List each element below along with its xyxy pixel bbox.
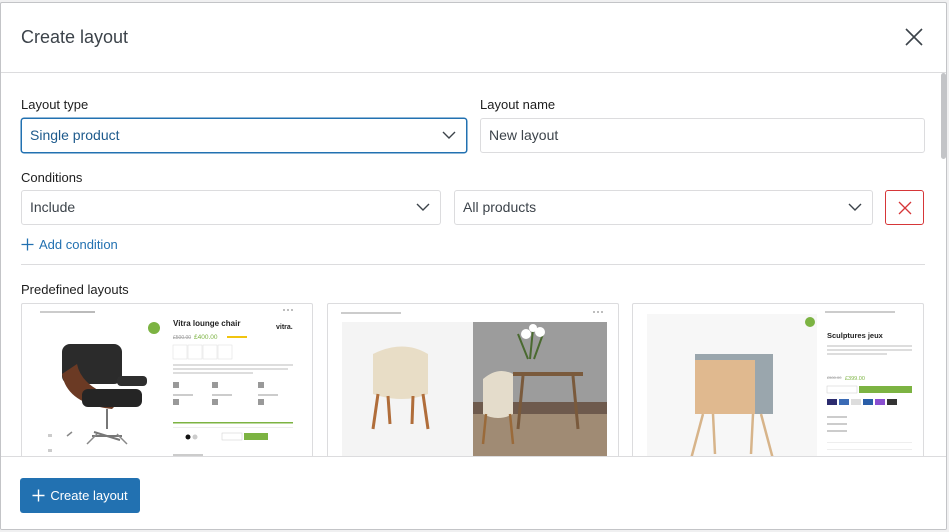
- price-new: £400.00: [194, 334, 218, 341]
- create-layout-dialog: Create layout Layout type Single product…: [0, 2, 947, 530]
- dialog-footer: Create layout: [1, 456, 946, 529]
- content-scrollbar[interactable]: [941, 73, 946, 159]
- layout-type-select[interactable]: Single product: [21, 118, 467, 153]
- close-icon[interactable]: [902, 25, 926, 49]
- chevron-down-icon: [416, 203, 430, 211]
- add-condition-button[interactable]: Add condition: [21, 237, 118, 252]
- condition-target-value: All products: [463, 199, 537, 215]
- close-icon: [898, 201, 912, 215]
- condition-target-select[interactable]: All products: [454, 190, 873, 225]
- layout-preview-image: [341, 311, 607, 457]
- price-old: £500.00: [827, 375, 842, 380]
- condition-mode-select[interactable]: Include: [21, 190, 441, 225]
- predefined-layouts-label: Predefined layouts: [21, 282, 129, 297]
- add-condition-label: Add condition: [39, 237, 118, 252]
- layout-card-2[interactable]: [327, 303, 619, 457]
- layout-name-input[interactable]: New layout: [480, 118, 925, 153]
- dialog-content: Layout type Single product Layout name N…: [1, 73, 946, 457]
- plus-icon: [32, 489, 45, 502]
- divider: [21, 264, 925, 265]
- plus-icon: [21, 238, 34, 251]
- layout-name-value: New layout: [489, 127, 559, 143]
- brand-logo: vitra.: [276, 324, 293, 331]
- remove-condition-button[interactable]: [885, 190, 924, 225]
- chevron-down-icon: [442, 131, 456, 139]
- dialog-header: Create layout: [1, 3, 946, 73]
- create-layout-label: Create layout: [50, 488, 128, 503]
- price-new: £399.00: [845, 376, 865, 382]
- layout-preview-image: Sculptures jeux £500.00 £399.00: [647, 311, 912, 457]
- layout-name-label: Layout name: [480, 97, 556, 112]
- chevron-down-icon: [848, 203, 862, 211]
- condition-mode-value: Include: [30, 199, 76, 215]
- conditions-label: Conditions: [21, 170, 83, 185]
- layout-type-value: Single product: [30, 127, 120, 143]
- create-layout-button[interactable]: Create layout: [20, 478, 140, 513]
- layout-card-3[interactable]: Sculptures jeux £500.00 £399.00: [632, 303, 924, 457]
- layout-card-1[interactable]: Vitra lounge chair £500.00 £400.00 vitra…: [21, 303, 313, 457]
- layout-type-label: Layout type: [21, 97, 89, 112]
- product-title: Vitra lounge chair: [173, 319, 240, 328]
- dialog-title: Create layout: [21, 27, 129, 47]
- price-old: £500.00: [173, 335, 191, 341]
- product-title: Sculptures jeux: [827, 331, 884, 340]
- layout-preview-image: Vitra lounge chair £500.00 £400.00 vitra…: [40, 309, 293, 456]
